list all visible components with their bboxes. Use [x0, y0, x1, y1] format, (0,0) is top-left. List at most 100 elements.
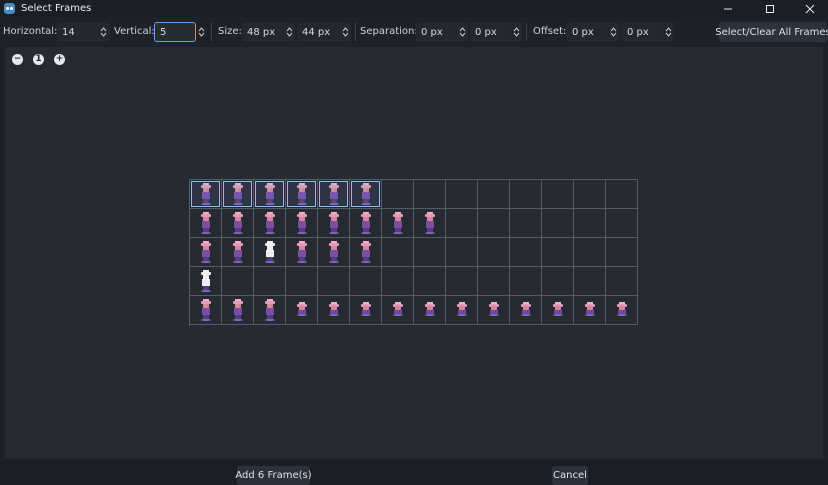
frame-cell[interactable] — [478, 238, 510, 267]
frame-cell[interactable] — [414, 267, 446, 296]
frame-cell[interactable] — [318, 296, 350, 325]
frame-cell[interactable] — [286, 209, 318, 238]
frame-cell[interactable] — [382, 267, 414, 296]
frame-cell[interactable] — [318, 267, 350, 296]
frame-cell[interactable] — [510, 267, 542, 296]
frame-cell[interactable] — [350, 209, 382, 238]
separation-y-field[interactable]: 0 px — [470, 22, 522, 42]
frame-cell[interactable] — [542, 180, 574, 209]
frame-cell[interactable] — [222, 238, 254, 267]
frame-cell[interactable] — [222, 267, 254, 296]
frame-cell[interactable] — [254, 180, 286, 209]
frame-cell[interactable] — [542, 238, 574, 267]
frame-cell[interactable] — [478, 209, 510, 238]
separation-x-field[interactable]: 0 px — [416, 22, 468, 42]
frame-canvas[interactable]: − 1 + — [5, 47, 823, 458]
frame-cell[interactable] — [222, 180, 254, 209]
zoom-reset-icon[interactable]: 1 — [33, 54, 44, 65]
frame-cell[interactable] — [254, 209, 286, 238]
size-x-field[interactable]: 48 px — [242, 22, 295, 42]
frame-cell[interactable] — [190, 296, 222, 325]
frame-cell[interactable] — [510, 180, 542, 209]
frame-cell[interactable] — [318, 209, 350, 238]
offset-x-field[interactable]: 0 px — [567, 22, 619, 42]
frame-cell[interactable] — [574, 296, 606, 325]
frame-cell[interactable] — [446, 296, 478, 325]
frame-cell[interactable] — [222, 296, 254, 325]
spinner-icon[interactable] — [511, 22, 521, 42]
frame-cell[interactable] — [382, 180, 414, 209]
cancel-button[interactable]: Cancel — [552, 466, 588, 485]
frame-cell[interactable] — [414, 238, 446, 267]
frame-cell[interactable] — [446, 267, 478, 296]
frame-cell[interactable] — [478, 180, 510, 209]
frame-cell[interactable] — [574, 180, 606, 209]
zoom-in-icon[interactable]: + — [54, 54, 65, 65]
frame-cell[interactable] — [574, 238, 606, 267]
zoom-out-icon[interactable]: − — [12, 54, 23, 65]
separation-x-value: 0 px — [421, 26, 443, 38]
spinner-icon[interactable] — [284, 22, 294, 42]
maximize-icon[interactable] — [750, 0, 790, 17]
frame-cell[interactable] — [254, 267, 286, 296]
frame-cell[interactable] — [510, 238, 542, 267]
vertical-field[interactable]: 5 — [154, 22, 196, 42]
frame-cell[interactable] — [414, 296, 446, 325]
minimize-icon[interactable] — [708, 0, 748, 17]
frame-cell[interactable] — [318, 238, 350, 267]
spinner-icon[interactable] — [457, 22, 467, 42]
frame-cell[interactable] — [574, 267, 606, 296]
frame-cell[interactable] — [382, 238, 414, 267]
frame-cell[interactable] — [606, 296, 638, 325]
spinner-icon[interactable] — [196, 22, 206, 42]
frame-cell[interactable] — [574, 209, 606, 238]
frame-cell[interactable] — [222, 209, 254, 238]
spinner-icon[interactable] — [608, 22, 618, 42]
frame-cell[interactable] — [606, 238, 638, 267]
frame-cell[interactable] — [286, 180, 318, 209]
frame-cell[interactable] — [286, 267, 318, 296]
frame-cell[interactable] — [190, 238, 222, 267]
select-clear-all-button[interactable]: Select/Clear All Frames — [715, 22, 828, 42]
frame-cell[interactable] — [446, 180, 478, 209]
frame-cell[interactable] — [542, 209, 574, 238]
frame-cell[interactable] — [190, 180, 222, 209]
frame-cell[interactable] — [606, 180, 638, 209]
frame-cell[interactable] — [350, 267, 382, 296]
frame-cell[interactable] — [286, 296, 318, 325]
spinner-icon[interactable] — [98, 22, 108, 42]
add-frames-button[interactable]: Add 6 Frame(s) — [235, 466, 312, 485]
frame-cell[interactable] — [606, 267, 638, 296]
frame-cell[interactable] — [478, 267, 510, 296]
horizontal-field[interactable]: 14 — [57, 22, 109, 42]
offset-y-value: 0 px — [627, 26, 649, 38]
frame-cell[interactable] — [350, 296, 382, 325]
frame-cell[interactable] — [414, 209, 446, 238]
frame-cell[interactable] — [446, 238, 478, 267]
frame-cell[interactable] — [254, 296, 286, 325]
offset-y-field[interactable]: 0 px — [622, 22, 674, 42]
frame-cell[interactable] — [510, 296, 542, 325]
vertical-spinner[interactable] — [196, 22, 208, 42]
frame-cell[interactable] — [478, 296, 510, 325]
frame-cell[interactable] — [382, 209, 414, 238]
frame-cell[interactable] — [542, 296, 574, 325]
frame-cell[interactable] — [606, 209, 638, 238]
spinner-icon[interactable] — [663, 22, 673, 42]
frame-cell[interactable] — [350, 180, 382, 209]
frame-cell[interactable] — [446, 209, 478, 238]
frame-cell[interactable] — [254, 238, 286, 267]
frame-cell[interactable] — [190, 267, 222, 296]
close-icon[interactable] — [790, 0, 828, 17]
frame-cell[interactable] — [286, 238, 318, 267]
frame-cell[interactable] — [382, 296, 414, 325]
frame-cell[interactable] — [414, 180, 446, 209]
frame-cell[interactable] — [542, 267, 574, 296]
vertical-label: Vertical: — [114, 26, 155, 37]
frame-cell[interactable] — [510, 209, 542, 238]
frame-cell[interactable] — [318, 180, 350, 209]
frame-cell[interactable] — [190, 209, 222, 238]
frame-cell[interactable] — [350, 238, 382, 267]
spinner-icon[interactable] — [340, 22, 350, 42]
size-y-field[interactable]: 44 px — [297, 22, 351, 42]
